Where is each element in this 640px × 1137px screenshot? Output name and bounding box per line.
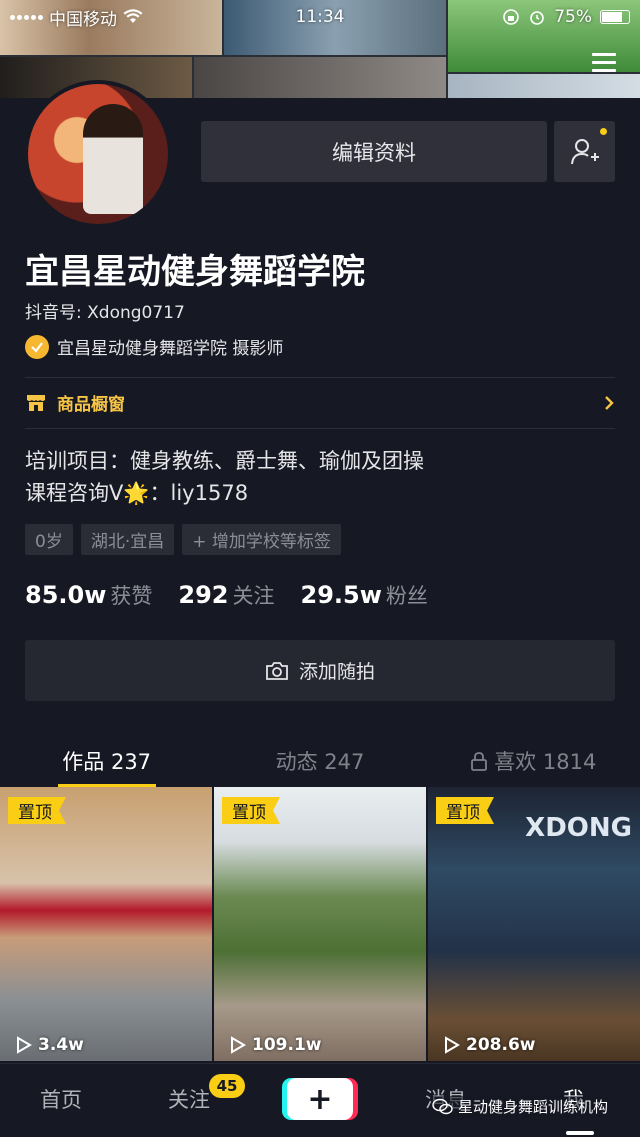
tab-moments[interactable]: 动态 247 [213,735,426,787]
play-icon [445,1036,460,1054]
tab-works-label: 作品 237 [62,750,152,774]
battery-percent: 75% [554,7,592,27]
location-tag[interactable]: 湖北·宜昌 [80,524,175,555]
play-icon [231,1036,246,1054]
play-count: 3.4w [16,1035,84,1055]
watermark: 星动健身舞蹈训练机构 [432,1096,609,1117]
alarm-icon [530,11,545,25]
video-thumbnail[interactable]: 置顶 3.4w [0,787,212,1061]
video-thumbnail[interactable]: XDONG 置顶 208.6w [428,787,640,1061]
menu-button[interactable] [588,48,620,76]
cover-photo [448,74,640,98]
active-nav-indicator [566,1131,594,1135]
wechat-icon [432,1098,453,1114]
shop-window-link[interactable]: 商品橱窗 [25,390,615,415]
verified-icon [25,334,49,359]
following-label[interactable]: 关注 [233,580,275,610]
play-count-value: 208.6w [466,1035,536,1055]
likes-count: 85.0w [25,581,107,609]
add-user-icon [570,138,599,164]
divider [25,428,615,429]
add-snapshot-label: 添加随拍 [298,661,375,683]
chevron-right-icon [605,395,614,410]
divider [25,377,615,378]
following-badge: 45 [209,1074,245,1098]
verification-info: 宜昌星动健身舞蹈学院 摄影师 [25,334,283,359]
add-snapshot-button[interactable]: 添加随拍 [25,640,615,701]
notification-dot [600,128,607,135]
play-icon [17,1036,32,1054]
pinned-badge: 置顶 [436,797,494,824]
pinned-badge: 置顶 [8,797,66,824]
studio-logo-text: XDONG [525,813,632,843]
play-count-value: 3.4w [38,1035,84,1055]
profile-bio: 培训项目：健身教练、爵士舞、瑜伽及团操 课程咨询V🌟：liy1578 [25,445,424,509]
nav-home[interactable]: 首页 [40,1084,82,1114]
play-count: 109.1w [230,1035,321,1055]
watermark-text: 星动健身舞蹈训练机构 [458,1098,609,1116]
followers-count[interactable]: 29.5w [301,581,382,609]
video-grid: 置顶 3.4w 置顶 109.1w XDONG 置顶 208.6w [0,787,640,1063]
video-thumbnail[interactable]: 置顶 109.1w [214,787,426,1061]
edit-profile-button[interactable]: 编辑资料 [201,121,547,182]
verification-text: 宜昌星动健身舞蹈学院 摄影师 [57,339,284,359]
followers-label[interactable]: 粉丝 [386,580,428,610]
camera-icon [266,661,288,680]
tab-likes[interactable]: 喜欢 1814 [427,735,640,787]
tab-works[interactable]: 作品 237 [0,735,213,787]
lock-rotation-icon [503,9,520,25]
age-tag[interactable]: 0岁 [25,524,73,555]
profile-name: 宜昌星动健身舞蹈学院 [25,252,365,292]
shop-icon [27,394,45,411]
shop-label: 商品橱窗 [57,395,125,415]
tab-likes-label: 喜欢 1814 [494,750,597,774]
profile-stats: 85.0w 获赞 292 关注 29.5w 粉丝 [25,580,454,610]
tab-moments-label: 动态 247 [275,750,365,774]
add-tag-button[interactable]: + 增加学校等标签 [182,524,341,555]
avatar[interactable] [24,80,172,228]
profile-tags: 0岁 湖北·宜昌 + 增加学校等标签 [25,524,341,555]
douyin-id: 抖音号: Xdong0717 [25,303,185,323]
status-bar: 中国移动 11:34 75% [0,0,640,34]
pinned-badge: 置顶 [222,797,280,824]
content-tabs: 作品 237 动态 247 喜欢 1814 [0,735,640,787]
play-count: 208.6w [444,1035,535,1055]
bio-line: 培训项目：健身教练、爵士舞、瑜伽及团操 [25,449,424,473]
battery-icon [600,10,630,24]
cover-photo [194,57,446,98]
following-count[interactable]: 292 [178,581,228,609]
likes-label: 获赞 [110,584,153,608]
lock-icon [471,752,488,771]
bio-line: 课程咨询V🌟：liy1578 [25,481,249,505]
add-friend-button[interactable] [554,121,615,182]
create-post-button[interactable]: + [287,1078,353,1120]
play-count-value: 109.1w [252,1035,322,1055]
nav-following[interactable]: 关注 [168,1084,210,1114]
